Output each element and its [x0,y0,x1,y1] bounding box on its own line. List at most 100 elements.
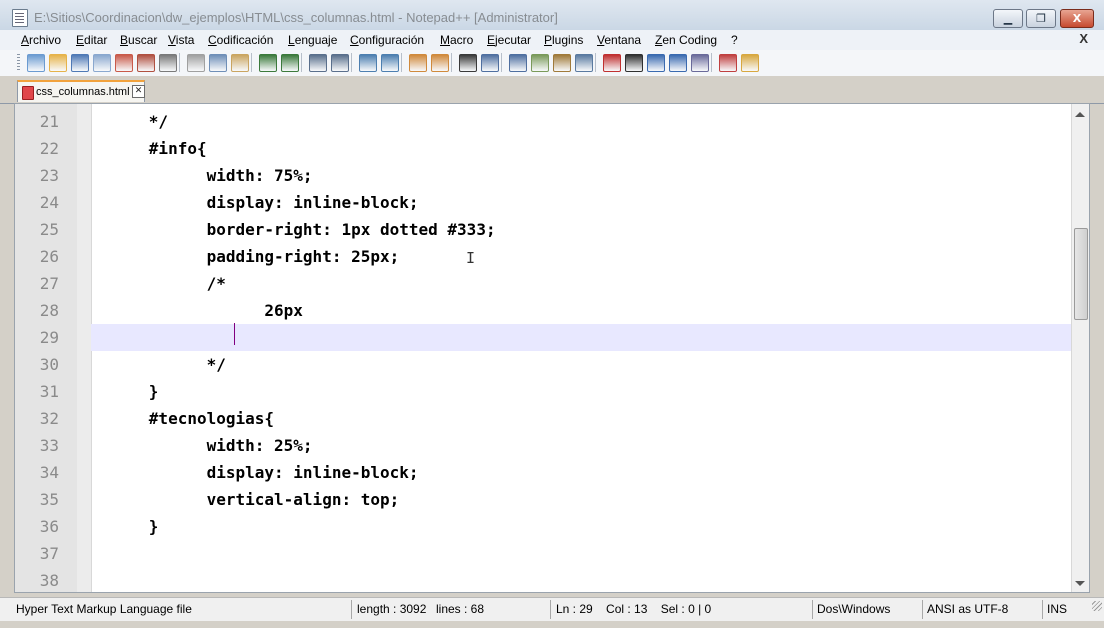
vertical-scrollbar[interactable] [1071,104,1089,592]
status-divider [922,600,923,619]
zoom-out-icon[interactable] [381,54,399,72]
line-number: 35 [39,490,59,509]
code-line[interactable]: width: 75%; [91,162,1071,189]
menu-zen-coding[interactable]: Zen Coding [655,33,717,47]
menu-plugins[interactable]: Plugins [544,33,583,47]
editor-area[interactable]: 21 22 23 24 25 26 27 28 29 30 31 32 33 34 35 36 37 38 */ … [14,103,1090,593]
notepad-app-icon[interactable] [12,9,28,27]
code-line[interactable]: */ [91,108,1071,135]
fold-margin[interactable] [77,104,92,592]
code-line[interactable]: /* [91,270,1071,297]
save-icon[interactable] [71,54,89,72]
toolbar-grip[interactable] [17,54,20,72]
line-numbers: 21 22 23 24 25 26 27 28 29 30 31 32 33 34 35 36 37 38 [15,108,59,592]
function-list-icon[interactable] [575,54,593,72]
record-macro-icon[interactable] [603,54,621,72]
scroll-thumb[interactable] [1074,228,1088,320]
code-line[interactable]: display: inline-block; [91,459,1071,486]
status-bar: Hyper Text Markup Language file length :… [0,597,1104,621]
menu-editar[interactable]: Editar [76,33,107,47]
code-line[interactable] [91,567,1071,592]
code-line[interactable]: display: inline-block; [91,189,1071,216]
code-line[interactable]: width: 25%; [91,432,1071,459]
show-all-chars-icon[interactable] [481,54,499,72]
code-line[interactable]: 26px [91,297,1071,324]
code-line[interactable]: border-right: 1px dotted #333; [91,216,1071,243]
line-number: 27 [39,274,59,293]
status-divider [550,600,551,619]
menu-archivo[interactable]: Archivo [21,33,61,47]
menu-ejecutar[interactable]: Ejecutar [487,33,531,47]
window-title: E:\Sitios\Coordinacion\dw_ejemplos\HTML\… [34,10,558,25]
status-eol[interactable]: Dos\Windows [817,601,890,618]
new-file-icon[interactable] [27,54,45,72]
scroll-down-icon[interactable] [1075,581,1085,586]
current-code-line[interactable] [91,324,1071,351]
spell-check-icon[interactable] [719,54,737,72]
scroll-up-icon[interactable] [1075,112,1085,117]
line-number: 32 [39,409,59,428]
status-file-type: Hyper Text Markup Language file [16,602,192,616]
undo-icon[interactable] [259,54,277,72]
code-line[interactable]: vertical-align: top; [91,486,1071,513]
line-number: 22 [39,139,59,158]
replace-icon[interactable] [331,54,349,72]
tab-css-columnas[interactable]: css_columnas.html ✕ [17,80,145,102]
unsaved-file-icon [22,86,34,100]
print-icon[interactable] [159,54,177,72]
sync-v-icon[interactable] [409,54,427,72]
save-all-icon[interactable] [93,54,111,72]
indent-guide-icon[interactable] [509,54,527,72]
code-line[interactable]: } [91,378,1071,405]
paste-icon[interactable] [231,54,249,72]
maximize-button[interactable]: ❐ [1026,9,1056,28]
toolbar-separator [401,53,402,72]
redo-icon[interactable] [281,54,299,72]
line-number: 26 [39,247,59,266]
toolbar-separator [711,53,712,72]
status-encoding[interactable]: ANSI as UTF-8 [927,601,1008,618]
menu-buscar[interactable]: Buscar [120,33,157,47]
udl-icon[interactable] [531,54,549,72]
menu-codificacion[interactable]: Codificación [208,33,273,47]
tab-close-icon[interactable]: ✕ [132,85,145,98]
close-all-icon[interactable] [137,54,155,72]
code-text[interactable]: */ #info{ width: 75%; display: inline-bl… [91,108,1071,592]
menu-vista[interactable]: Vista [168,33,194,47]
code-line[interactable] [91,540,1071,567]
toolbar-separator [251,53,252,72]
minimize-button[interactable]: ▁ [993,9,1023,28]
stop-macro-icon[interactable] [625,54,643,72]
wrap-icon[interactable] [459,54,477,72]
code-line[interactable]: padding-right: 25px; [91,243,1071,270]
close-window-button[interactable]: X [1060,9,1094,28]
close-document-button[interactable]: X [1079,31,1088,46]
menu-configuracion[interactable]: Configuración [350,33,424,47]
code-line[interactable]: #tecnologias{ [91,405,1071,432]
code-line[interactable]: #info{ [91,135,1071,162]
run-macro-multiple-icon[interactable] [669,54,687,72]
menu-macro[interactable]: Macro [440,33,473,47]
doc-map-icon[interactable] [553,54,571,72]
zoom-in-icon[interactable] [359,54,377,72]
mouse-ibeam-cursor: I [466,249,476,267]
code-line[interactable]: */ [91,351,1071,378]
line-number: 38 [39,571,59,590]
menu-lenguaje[interactable]: Lenguaje [288,33,337,47]
menu-help[interactable]: ? [731,33,738,47]
code-line[interactable]: } [91,513,1071,540]
folder-icon[interactable] [741,54,759,72]
close-icon[interactable] [115,54,133,72]
open-file-icon[interactable] [49,54,67,72]
play-macro-icon[interactable] [647,54,665,72]
status-divider [812,600,813,619]
sync-h-icon[interactable] [431,54,449,72]
copy-icon[interactable] [209,54,227,72]
save-macro-icon[interactable] [691,54,709,72]
cut-icon[interactable] [187,54,205,72]
find-icon[interactable] [309,54,327,72]
line-number-gutter[interactable]: 21 22 23 24 25 26 27 28 29 30 31 32 33 34 35 36 37 38 [15,104,77,592]
menu-ventana[interactable]: Ventana [597,33,641,47]
status-insert-mode[interactable]: INS [1047,601,1067,618]
resize-grip-icon[interactable] [1092,601,1102,611]
